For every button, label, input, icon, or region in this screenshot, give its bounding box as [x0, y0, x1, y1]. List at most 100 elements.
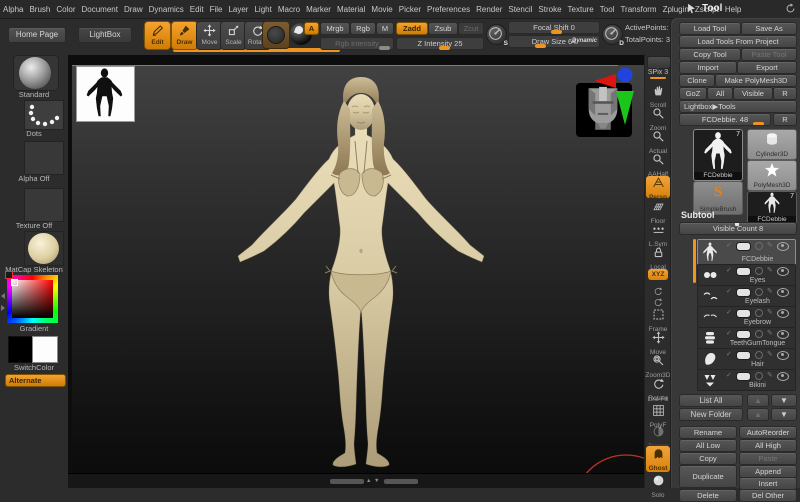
subtool-item-hair[interactable]: ✓ ✎ Hair	[697, 348, 796, 370]
menu-transform[interactable]: Transform	[618, 5, 658, 14]
copy-tool-button[interactable]: Copy Tool	[679, 48, 741, 61]
scroll-button[interactable]: Scroll	[645, 84, 671, 109]
subtool-item-fcdebbie[interactable]: ✓ ✎ FCDebbie	[697, 239, 796, 265]
refresh-icon[interactable]	[785, 3, 796, 14]
check-icon[interactable]: ✓	[726, 242, 732, 250]
menu-marker[interactable]: Marker	[304, 5, 333, 14]
visible-count-slider[interactable]: Visible Count 8	[679, 222, 797, 235]
export-button[interactable]: Export	[737, 61, 797, 74]
eye-icon[interactable]	[777, 351, 789, 360]
menu-stencil[interactable]: Stencil	[506, 5, 534, 14]
check-icon[interactable]: ✓	[726, 267, 732, 275]
actual-button[interactable]: Actual	[645, 130, 671, 155]
menu-picker[interactable]: Picker	[397, 5, 423, 14]
rename-button[interactable]: Rename	[679, 426, 737, 439]
del-other-button[interactable]: Del Other	[739, 489, 797, 502]
floor-button[interactable]: Floor	[645, 200, 671, 225]
paste-tool-button[interactable]: Paste Tool	[741, 48, 797, 61]
secondary-color-swatch[interactable]	[32, 336, 58, 363]
fold-down-button[interactable]: ▼	[771, 408, 797, 421]
visibility-toggle[interactable]	[736, 267, 751, 276]
import-button[interactable]: Import	[679, 61, 737, 74]
zcut-button[interactable]: Zcut	[458, 22, 484, 35]
active-tool-slider-handle[interactable]	[753, 122, 764, 126]
pen-icon[interactable]: ✎	[767, 351, 773, 359]
rgb-intensity-handle[interactable]	[379, 46, 390, 50]
texture-thumb[interactable]	[24, 188, 64, 222]
option-circle-icon[interactable]	[755, 351, 763, 359]
zoom3d-button[interactable]: Zoom3D	[645, 354, 671, 379]
goz-r-button[interactable]: R	[773, 87, 797, 100]
check-icon[interactable]: ✓	[726, 330, 732, 338]
lsym-button[interactable]: L.Sym	[645, 223, 671, 248]
pen-icon[interactable]: ✎	[767, 309, 773, 317]
color-picker[interactable]	[7, 275, 58, 323]
axis-gizmo[interactable]	[588, 63, 644, 133]
frame-button[interactable]: Frame	[645, 308, 671, 333]
lightbox-tools-button[interactable]: Lightbox▶Tools	[679, 100, 797, 113]
rgb-intensity-slider[interactable]: Rgb Intensity	[320, 37, 394, 50]
move-down-button[interactable]: ▼	[771, 394, 797, 407]
option-circle-icon[interactable]	[755, 242, 763, 250]
ghost-button[interactable]: Ghost	[646, 446, 670, 472]
clone-button[interactable]: Clone	[679, 74, 715, 87]
subtool-item-eyes[interactable]: ✓ ✎ Eyes	[697, 264, 796, 286]
local-button[interactable]: Local	[645, 246, 671, 271]
eye-icon[interactable]	[777, 372, 789, 381]
check-icon[interactable]: ✓	[726, 288, 732, 296]
subtool-item-eyebrow[interactable]: ✓ ✎ Eyebrow	[697, 306, 796, 328]
visibility-toggle[interactable]	[736, 330, 751, 339]
document-preview-thumbnail[interactable]	[76, 66, 135, 122]
menu-draw[interactable]: Draw	[122, 5, 145, 14]
persp-button[interactable]: Persp	[646, 176, 670, 198]
mrgb-button[interactable]: Mrgb	[320, 22, 350, 35]
visibility-toggle[interactable]	[736, 288, 751, 297]
tray-divider-handle[interactable]: ▲ ▼	[330, 474, 422, 488]
menu-dynamics[interactable]: Dynamics	[147, 5, 186, 14]
eye-icon[interactable]	[777, 242, 789, 251]
load-tool-button[interactable]: Load Tool	[679, 22, 741, 35]
subtool-item-bikini[interactable]: ✓ ✎ Bikini	[697, 369, 796, 391]
draw-size-handle[interactable]	[535, 44, 546, 48]
bpr-button[interactable]	[647, 56, 671, 69]
menu-color[interactable]: Color	[54, 5, 77, 14]
option-circle-icon[interactable]	[755, 288, 763, 296]
load-tools-from-project-button[interactable]: Load Tools From Project	[679, 35, 797, 48]
option-circle-icon[interactable]	[755, 309, 763, 317]
stroke-knob[interactable]: S	[486, 24, 507, 45]
move-canvas-button[interactable]: Move	[645, 331, 671, 356]
sculpt-model-figure[interactable]	[68, 55, 644, 488]
visibility-toggle[interactable]	[736, 372, 751, 381]
visibility-toggle[interactable]	[736, 309, 751, 318]
menu-layer[interactable]: Layer	[226, 5, 250, 14]
duplicate-button[interactable]: Duplicate	[679, 465, 737, 488]
zsub-button[interactable]: Zsub	[428, 22, 458, 35]
save-as-button[interactable]: Save As	[741, 22, 797, 35]
visibility-toggle[interactable]	[736, 242, 751, 251]
new-folder-button[interactable]: New Folder	[679, 408, 743, 421]
fcdebbie-small-thumbnail[interactable]: 7 FCDebbie	[747, 191, 797, 225]
pen-icon[interactable]: ✎	[767, 288, 773, 296]
menu-edit[interactable]: Edit	[188, 5, 206, 14]
option-circle-icon[interactable]	[755, 330, 763, 338]
rgb-button[interactable]: Rgb	[350, 22, 376, 35]
fold-up-button[interactable]: ▲	[747, 408, 769, 421]
eye-icon[interactable]	[777, 309, 789, 318]
move-mode-button[interactable]: Move	[196, 21, 223, 50]
autoreorder-button[interactable]: AutoReorder	[739, 426, 797, 439]
option-circle-icon[interactable]	[755, 267, 763, 275]
all-high-button[interactable]: All High	[739, 439, 797, 452]
solo-button[interactable]: Solo	[645, 474, 671, 499]
visible-count-handle[interactable]	[735, 222, 739, 226]
menu-light[interactable]: Light	[252, 5, 273, 14]
eye-icon[interactable]	[777, 288, 789, 297]
eye-icon[interactable]	[777, 267, 789, 276]
menu-macro[interactable]: Macro	[276, 5, 302, 14]
menu-file[interactable]: File	[208, 5, 225, 14]
check-icon[interactable]: ✓	[726, 372, 732, 380]
alternate-button[interactable]: Alternate	[5, 374, 66, 387]
polymesh3d-thumbnail[interactable]: PolyMesh3D	[747, 160, 797, 191]
list-all-button[interactable]: List All	[679, 394, 743, 407]
check-icon[interactable]: ✓	[726, 309, 732, 317]
tray-resize-handle[interactable]	[0, 290, 6, 316]
